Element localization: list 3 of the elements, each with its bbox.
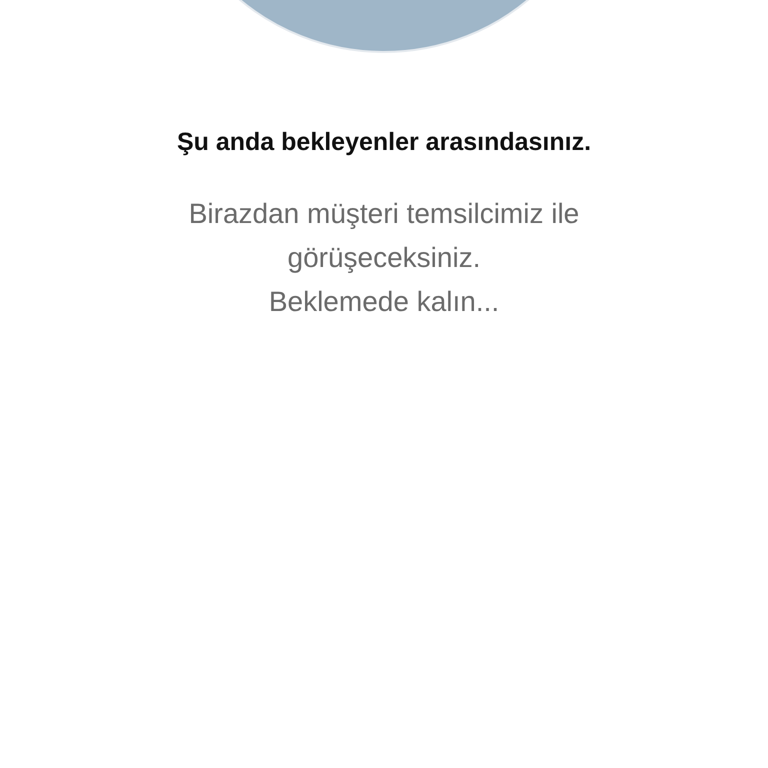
waiting-hint: Beklemede kalın... (268, 285, 500, 319)
waiting-message: Birazdan müşteri temsilcimiz ile görüşeceksiniz. (188, 197, 580, 275)
waiting-title: Şu anda bekleyenler arasındasınız. (176, 128, 592, 157)
